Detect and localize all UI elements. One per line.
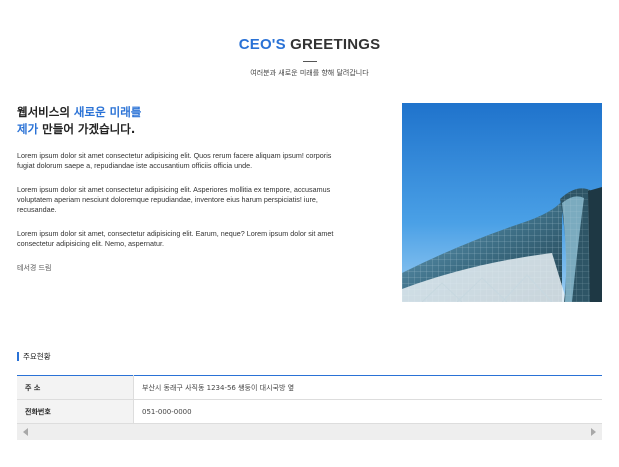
greeting-paragraph-3: Lorem ipsum dolor sit amet, consectetur …	[17, 229, 334, 248]
address-value: 부산시 동래구 사직동 1234-56 쌩둥이 대시국방 옆	[133, 375, 602, 400]
headline-line1-blue: 새로운 미래를	[73, 105, 142, 119]
greeting-paragraph-2: Lorem ipsum dolor sit amet consectetur a…	[17, 185, 331, 214]
horizontal-scrollbar[interactable]	[17, 424, 602, 440]
page-subtitle: 여러분과 새로운 미래를 향해 달려갑니다	[250, 69, 369, 77]
scroll-right-arrow-icon[interactable]	[591, 428, 596, 436]
table-row: 전화번호 051-000-0000	[17, 399, 602, 424]
status-table: 주 소 부산시 동래구 사직동 1234-56 쌩둥이 대시국방 옆 전화번호 …	[17, 375, 602, 424]
title-divider	[302, 61, 317, 62]
greeting-paragraph-1: Lorem ipsum dolor sit amet consectetur a…	[17, 151, 332, 170]
phone-value: 051-000-0000	[133, 399, 602, 424]
headline-line2-plain: 만들어 가겠습니다.	[38, 122, 136, 136]
status-section-title: 주요현황	[17, 352, 51, 361]
table-row: 주 소 부산시 동래구 사직동 1234-56 쌩둥이 대시국방 옆	[17, 375, 602, 400]
scroll-left-arrow-icon[interactable]	[23, 428, 28, 436]
phone-label: 전화번호	[17, 399, 134, 424]
title-rest: GREETINGS	[285, 36, 381, 53]
page-title: CEO'S GREETINGS	[0, 36, 619, 53]
address-label: 주 소	[17, 375, 134, 400]
headline-line2-blue: 제가	[17, 122, 39, 136]
headline-line1-plain: 웹서비스의	[17, 105, 74, 119]
building-photo	[402, 103, 602, 302]
title-accent: CEO'S	[238, 36, 286, 53]
page-header: CEO'S GREETINGS 여러분과 새로운 미래를 향해 달려갑니다	[0, 36, 619, 78]
greeting-headline: 웹서비스의 새로운 미래를 제가 만들어 가겠습니다.	[17, 104, 337, 138]
building-illustration	[402, 103, 602, 302]
signature: 테서경 드림	[17, 264, 52, 272]
greeting-intro: 웹서비스의 새로운 미래를 제가 만들어 가겠습니다. Lorem ipsum …	[17, 104, 337, 273]
